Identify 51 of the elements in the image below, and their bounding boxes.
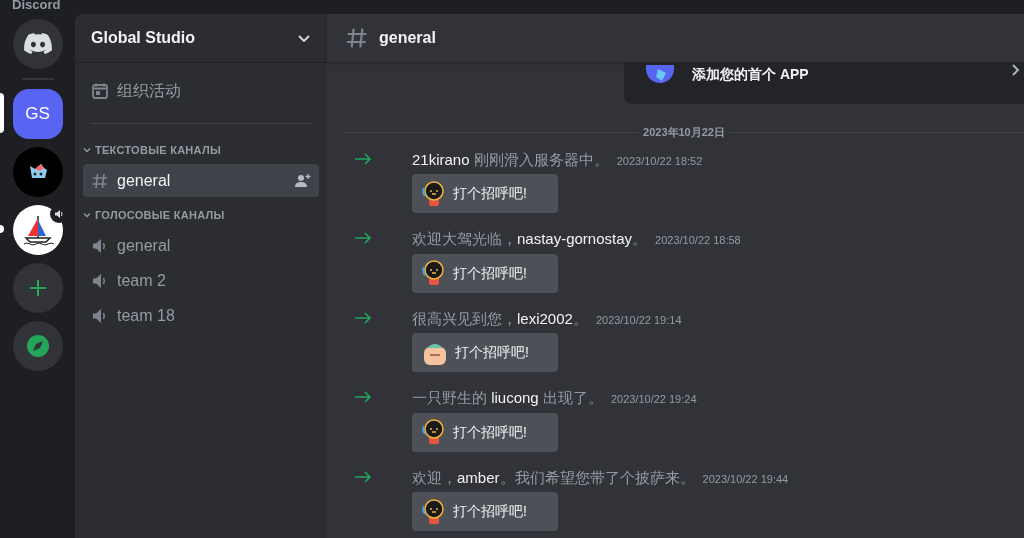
hash-icon bbox=[91, 171, 109, 190]
message-timestamp: 2023/10/22 18:58 bbox=[655, 233, 741, 248]
message-timestamp: 2023/10/22 18:52 bbox=[616, 153, 703, 169]
wave-button[interactable]: 打个招呼吧! bbox=[412, 253, 558, 293]
robot-sticker-icon bbox=[421, 179, 447, 208]
join-arrow-icon bbox=[354, 470, 372, 483]
events-item[interactable]: 组织活动 bbox=[83, 71, 319, 111]
wave-button[interactable]: 打个招呼吧! bbox=[412, 412, 558, 452]
hash-icon bbox=[345, 26, 369, 50]
promo-text: 添加您的首个 APP bbox=[692, 65, 809, 83]
channel-title: general bbox=[379, 28, 436, 48]
join-arrow-icon bbox=[354, 152, 372, 165]
window-title: Discord bbox=[12, 0, 61, 11]
server-icon[interactable]: GS bbox=[12, 89, 63, 139]
message-timestamp: 2023/10/22 19:24 bbox=[610, 392, 697, 407]
promo-card[interactable]: 添加您的首个 APP bbox=[624, 63, 1024, 104]
wave-button[interactable]: 打个招呼吧! bbox=[412, 492, 558, 531]
server-icon[interactable] bbox=[12, 205, 63, 255]
channel-item[interactable]: general bbox=[83, 229, 319, 262]
join-message: 欢迎大驾光临，nastay-gornostay。 bbox=[412, 229, 648, 249]
category-header[interactable]: ГОЛОСОВЫЕ КАНАЛЫ bbox=[83, 207, 225, 223]
robot-sticker-icon bbox=[421, 259, 447, 287]
join-message: 欢迎，amber。我们希望您带了个披萨来。 bbox=[412, 467, 695, 488]
robot-sticker-icon bbox=[421, 497, 447, 526]
join-message: 21kirano 刚刚滑入服务器中。 bbox=[412, 149, 609, 170]
robot-sticker-icon bbox=[421, 418, 447, 446]
join-arrow-icon bbox=[354, 391, 372, 403]
selected-indicator bbox=[0, 93, 4, 133]
category-header[interactable]: ТЕКСТОВЫЕ КАНАЛЫ bbox=[83, 142, 221, 158]
server-icon[interactable] bbox=[12, 147, 63, 197]
join-arrow-icon bbox=[354, 232, 372, 244]
chevron-right-icon bbox=[1010, 63, 1020, 77]
message-timestamp: 2023/10/22 19:14 bbox=[595, 312, 682, 328]
plus-icon bbox=[27, 278, 48, 298]
add-member-icon bbox=[295, 173, 311, 188]
channel-item[interactable]: team 2 bbox=[83, 264, 319, 297]
calendar-icon bbox=[91, 82, 109, 100]
wave-button[interactable]: 打个招呼吧! bbox=[412, 174, 558, 213]
message-timestamp: 2023/10/22 19:44 bbox=[702, 471, 789, 487]
channel-item[interactable]: general bbox=[83, 164, 319, 197]
join-message: 很高兴见到您，lexi2002。 bbox=[412, 308, 588, 329]
discord-logo-icon bbox=[23, 33, 52, 55]
server-initials: GS bbox=[25, 103, 50, 126]
wave-button[interactable]: 打个招呼吧! bbox=[412, 333, 558, 372]
join-arrow-icon bbox=[354, 311, 372, 324]
compass-icon bbox=[25, 334, 50, 358]
join-message: 一只野生的 liucong 出现了。 bbox=[412, 388, 603, 408]
server-icon[interactable] bbox=[12, 19, 63, 69]
date-divider: 2023年10月22日 bbox=[642, 125, 726, 140]
channel-item[interactable]: team 18 bbox=[83, 299, 319, 332]
unread-indicator bbox=[0, 225, 4, 233]
